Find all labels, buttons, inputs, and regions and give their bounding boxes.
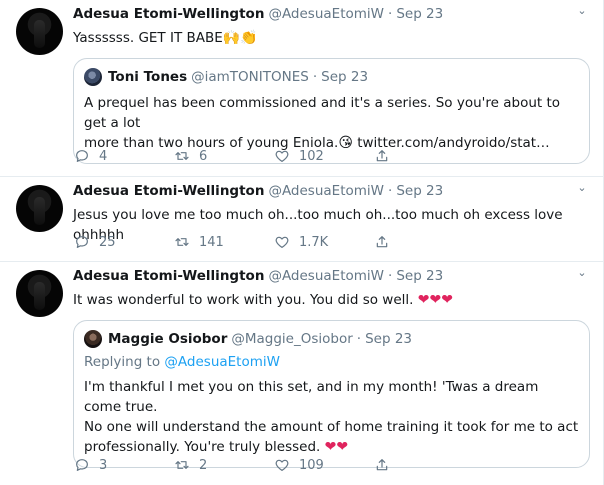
avatar[interactable] [16, 8, 63, 55]
tweet-text-content: It was wonderful to work with you. You d… [73, 292, 414, 308]
quoted-author-name: Maggie Osiobor [108, 331, 228, 347]
replying-to-handle[interactable]: @AdesuaEtomiW [164, 354, 280, 370]
separator: · [388, 183, 393, 199]
quoted-author-name: Toni Tones [108, 69, 188, 85]
author-name[interactable]: Adesua Etomi-Wellington [73, 6, 264, 22]
retweet-count: 141 [199, 234, 224, 250]
reply-icon [73, 233, 91, 251]
retweet-icon [173, 456, 191, 474]
share-button[interactable] [373, 147, 473, 165]
avatar [84, 330, 102, 348]
quoted-tweet-date: Sep 23 [365, 331, 413, 347]
tweet-actions: 3 2 109 [73, 456, 473, 474]
quoted-tweet-header: Toni Tones @iamTONITONES · Sep 23 [84, 67, 579, 87]
replying-to-label: Replying to [84, 354, 161, 370]
reply-button[interactable]: 4 [73, 147, 173, 165]
tweet-header: Adesua Etomi-Wellington @AdesuaEtomiW · … [73, 6, 590, 26]
quoted-tweet[interactable]: Maggie Osiobor @Maggie_Osiobor · Sep 23 … [73, 320, 590, 468]
reply-button[interactable]: 25 [73, 233, 173, 251]
like-count: 102 [299, 148, 324, 164]
reply-count: 4 [99, 148, 108, 164]
like-count: 1.7K [299, 234, 329, 250]
tweet-header: Adesua Etomi-Wellington @AdesuaEtomiW · … [73, 183, 590, 203]
share-icon [373, 456, 391, 474]
share-icon [373, 233, 391, 251]
emoji: 🙌👏 [222, 30, 258, 46]
author-name[interactable]: Adesua Etomi-Wellington [73, 183, 264, 199]
separator: · [356, 331, 362, 347]
quoted-author-handle: @iamTONITONES [191, 69, 309, 85]
retweet-button[interactable]: 141 [173, 233, 273, 251]
heart-emoji: ❤❤ [324, 439, 349, 455]
like-button[interactable]: 109 [273, 456, 373, 474]
avatar[interactable] [16, 185, 63, 232]
retweet-icon [173, 233, 191, 251]
heart-icon [273, 147, 291, 165]
quoted-text-line: No one will understand the amount of hom… [84, 419, 579, 435]
quoted-text-line: A prequel has been commissioned and it's… [84, 95, 561, 131]
like-button[interactable]: 1.7K [273, 233, 373, 251]
replying-to: Replying to @AdesuaEtomiW [84, 353, 579, 371]
separator: · [388, 6, 393, 22]
quoted-author-handle: @Maggie_Osiobor [231, 331, 353, 347]
tweet-text: It was wonderful to work with you. You d… [73, 290, 590, 310]
author-handle[interactable]: @AdesuaEtomiW [268, 268, 384, 284]
tweet-actions: 25 141 1.7K [73, 233, 473, 251]
tweet-date[interactable]: Sep 23 [396, 183, 443, 199]
tweet[interactable]: ⌄ Adesua Etomi-Wellington @AdesuaEtomiW … [0, 262, 604, 485]
separator: · [388, 268, 393, 284]
quoted-tweet-text: A prequel has been commissioned and it's… [84, 93, 579, 153]
tweet[interactable]: ⌄ Adesua Etomi-Wellington @AdesuaEtomiW … [0, 0, 604, 177]
like-count: 109 [299, 457, 324, 473]
reply-count: 25 [99, 234, 116, 250]
tweet-header: Adesua Etomi-Wellington @AdesuaEtomiW · … [73, 268, 590, 288]
heart-emoji: ❤❤❤ [417, 292, 453, 308]
retweet-count: 6 [199, 148, 208, 164]
author-handle[interactable]: @AdesuaEtomiW [268, 183, 384, 199]
reply-icon [73, 456, 91, 474]
retweet-icon [173, 147, 191, 165]
avatar[interactable] [16, 270, 63, 317]
tweet-date[interactable]: Sep 23 [396, 268, 443, 284]
reply-count: 3 [99, 457, 108, 473]
share-icon [373, 147, 391, 165]
like-button[interactable]: 102 [273, 147, 373, 165]
quoted-tweet-date: Sep 23 [321, 69, 369, 85]
author-name[interactable]: Adesua Etomi-Wellington [73, 268, 264, 284]
tweet[interactable]: ⌄ Adesua Etomi-Wellington @AdesuaEtomiW … [0, 177, 604, 262]
heart-icon [273, 456, 291, 474]
reply-button[interactable]: 3 [73, 456, 173, 474]
retweet-count: 2 [199, 457, 208, 473]
author-handle[interactable]: @AdesuaEtomiW [268, 6, 384, 22]
share-button[interactable] [373, 456, 473, 474]
tweet-date[interactable]: Sep 23 [396, 6, 443, 22]
tweet-actions: 4 6 102 [73, 147, 473, 165]
quoted-text-line: I'm thankful I met you on this set, and … [84, 379, 539, 415]
tweet-feed: ⌄ Adesua Etomi-Wellington @AdesuaEtomiW … [0, 0, 604, 485]
retweet-button[interactable]: 2 [173, 456, 273, 474]
avatar [84, 68, 102, 86]
retweet-button[interactable]: 6 [173, 147, 273, 165]
quoted-tweet-text: I'm thankful I met you on this set, and … [84, 377, 579, 457]
separator: · [312, 69, 318, 85]
reply-icon [73, 147, 91, 165]
quoted-text-line: professionally. You're truly blessed. [84, 439, 321, 455]
tweet-text-content: Yassssss. GET IT BABE [73, 30, 223, 46]
tweet-text: Yassssss. GET IT BABE🙌👏 [73, 28, 590, 48]
share-button[interactable] [373, 233, 473, 251]
heart-icon [273, 233, 291, 251]
quoted-tweet-header: Maggie Osiobor @Maggie_Osiobor · Sep 23 [84, 329, 579, 349]
